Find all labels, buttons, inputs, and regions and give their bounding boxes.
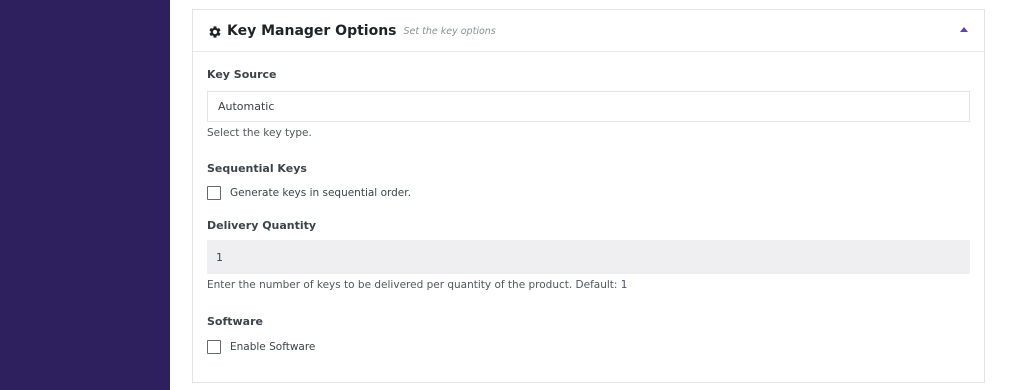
software-label: Software [207, 315, 263, 328]
sequential-keys-label: Sequential Keys [207, 162, 307, 175]
software-checkbox[interactable] [207, 340, 221, 354]
panel-subtitle: Set the key options [403, 26, 496, 37]
delivery-quantity-description: Enter the number of keys to be delivered… [207, 279, 628, 291]
key-source-value: Automatic [218, 100, 275, 113]
delivery-quantity-input[interactable] [207, 240, 970, 274]
sequential-keys-checkbox[interactable] [207, 186, 221, 200]
key-source-label: Key Source [207, 68, 277, 81]
collapse-toggle[interactable] [958, 24, 970, 34]
key-source-description: Select the key type. [207, 127, 312, 139]
panel-header[interactable]: Key Manager Options Set the key options [193, 10, 984, 52]
delivery-quantity-label: Delivery Quantity [207, 219, 317, 232]
panel-title: Key Manager Options [227, 22, 397, 39]
key-source-select[interactable]: Automatic [207, 91, 970, 122]
admin-sidebar [0, 0, 170, 390]
sequential-keys-checkbox-label: Generate keys in sequential order. [230, 187, 411, 199]
gear-icon [208, 24, 222, 38]
key-manager-options-panel: Key Manager Options Set the key options … [192, 9, 985, 383]
software-row[interactable]: Enable Software [207, 340, 315, 354]
sequential-keys-row[interactable]: Generate keys in sequential order. [207, 186, 411, 200]
triangle-up-icon [960, 26, 968, 32]
software-checkbox-label: Enable Software [230, 341, 316, 353]
